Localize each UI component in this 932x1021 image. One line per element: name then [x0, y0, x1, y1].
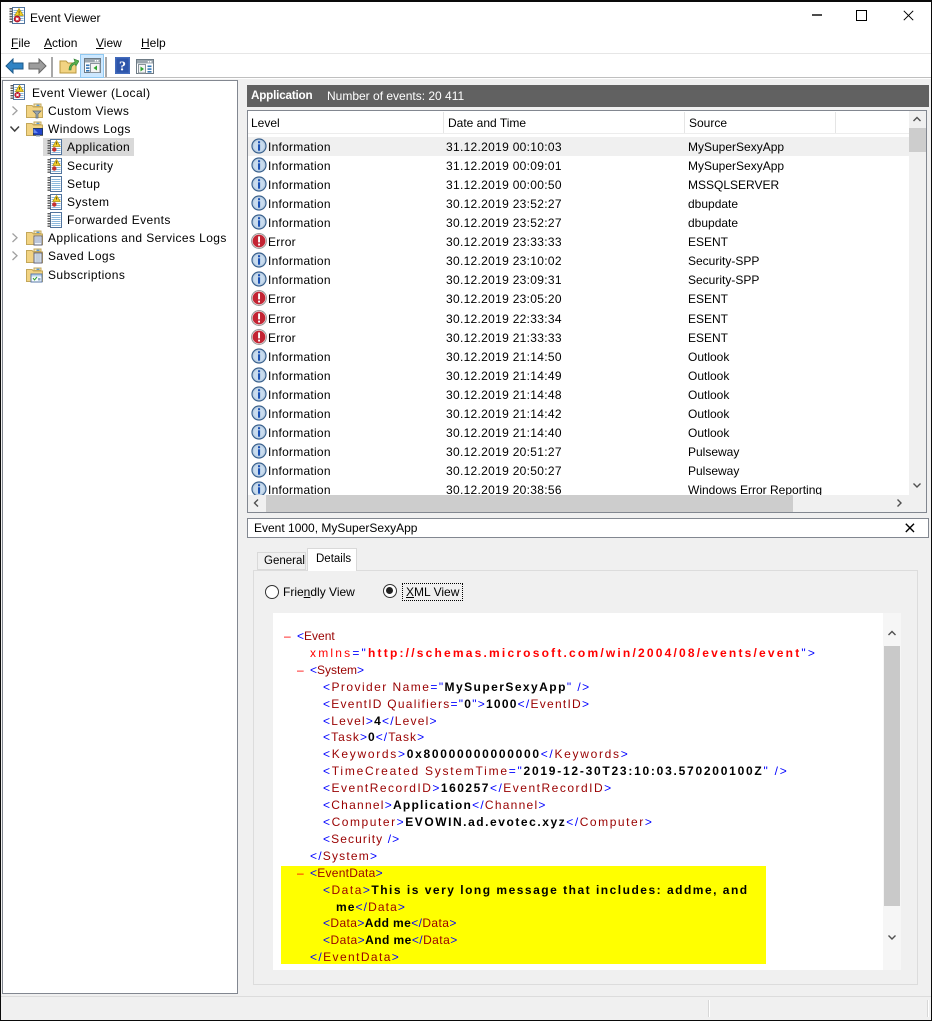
svg-text:?: ?	[119, 60, 126, 75]
